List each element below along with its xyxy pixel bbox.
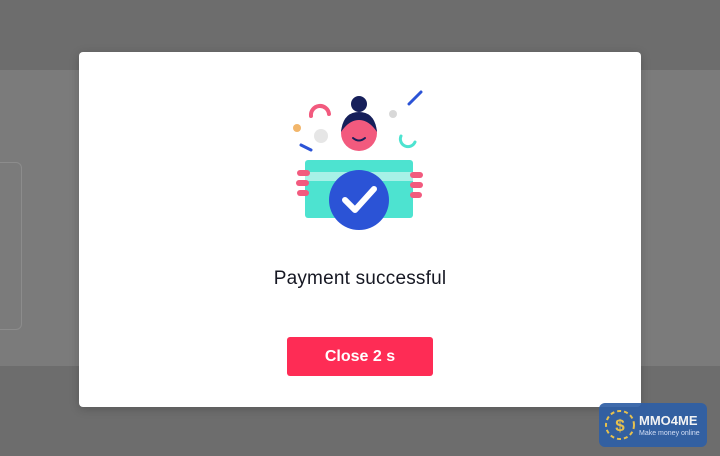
checkmark-icon [329, 170, 389, 230]
watermark-name: MMO4ME [639, 413, 698, 428]
payment-success-illustration [293, 90, 423, 230]
background-card [0, 162, 22, 330]
payment-success-dialog: Payment successful Close 2 s [79, 52, 641, 407]
close-button[interactable]: Close 2 s [287, 337, 433, 376]
watermark-badge: $ MMO4ME Make money online [599, 403, 707, 447]
svg-text:$: $ [615, 416, 625, 435]
dollar-logo-icon: $ [605, 410, 635, 440]
watermark-tagline: Make money online [639, 430, 700, 437]
dialog-title: Payment successful [273, 268, 447, 289]
